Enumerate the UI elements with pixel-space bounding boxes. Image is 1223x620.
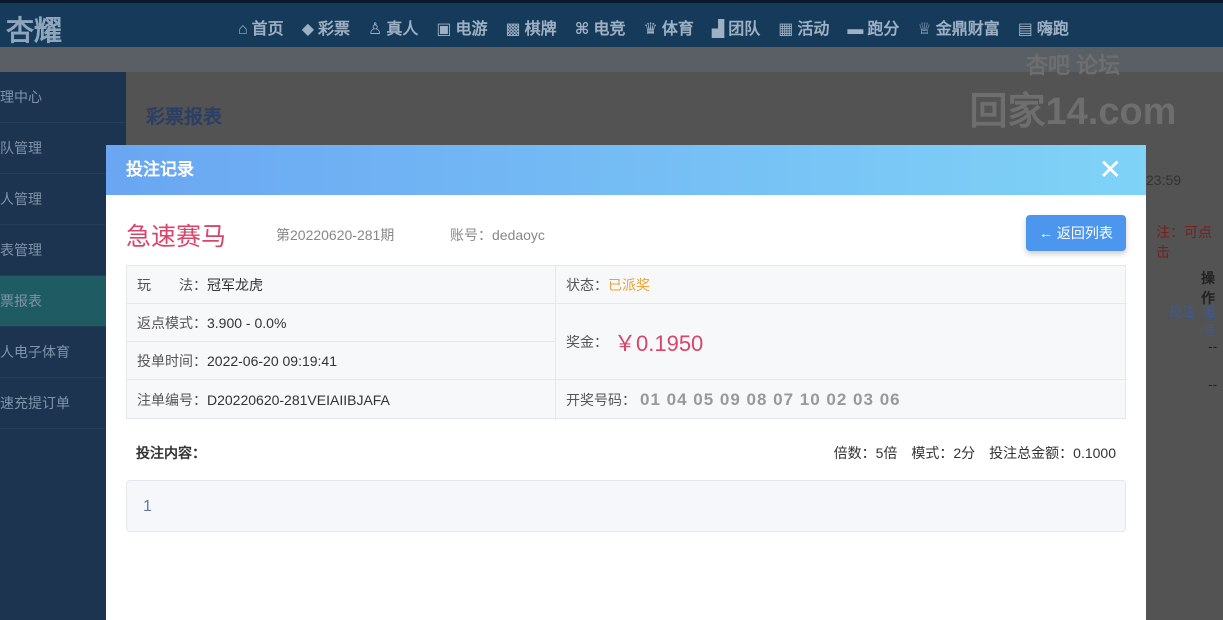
gift-icon: ▦ — [778, 21, 794, 38]
bet-content-box: 1 — [126, 480, 1126, 532]
nav-item[interactable]: ♕ 金鼎财富 — [917, 15, 999, 39]
back-to-list-button[interactable]: ← 返回列表 — [1026, 215, 1126, 251]
nav-item[interactable]: ▬ 跑分 — [847, 15, 899, 39]
nav-item[interactable]: ♙ 真人 — [368, 15, 418, 39]
live-icon: ♙ — [368, 21, 383, 38]
page-title: 彩票报表 — [146, 107, 223, 128]
rebate-row: 返点模式： 3.900 - 0.0% — [127, 304, 555, 342]
dash: -- — [1208, 376, 1218, 392]
trophy-icon: ♛ — [643, 21, 658, 38]
home-icon: ⌂ — [238, 21, 248, 38]
hi-icon: ▤ — [1017, 21, 1033, 38]
status-badge: 已派奖 — [608, 276, 650, 293]
nav-item[interactable]: ♛ 体育 — [644, 15, 694, 39]
order-row: 注单编号： D20220620-281VEIAIIBJAFA — [137, 392, 390, 408]
time-row: 投单时间： 2022-06-20 09:19:41 — [127, 342, 555, 380]
sidebar-item[interactable]: 理中心 — [0, 72, 126, 123]
prize-row: 奖金： ￥0.1950 — [556, 304, 1127, 380]
date-fragment[interactable]: 23:59 — [1146, 172, 1181, 188]
dash: -- — [1208, 338, 1218, 354]
lottery-icon: ◆ — [301, 21, 314, 38]
bet-content-label: 投注内容： — [136, 445, 206, 461]
logo: 杏耀 — [6, 15, 63, 46]
team-icon: ▟ — [711, 21, 725, 38]
bet-details: 玩 法： 冠军龙虎 状态： 已派奖 返点模式： 3.900 - 0.0% 投单时间： 2… — [126, 265, 1127, 420]
bet-meta: 倍数：5倍 模式：2分 投注总金额：0.1000 — [833, 445, 1116, 461]
gamepad-icon: ⌘ — [574, 21, 590, 38]
play-row: 玩 法： 冠军龙虎 — [127, 266, 555, 304]
note-text: 注：可点击 — [1156, 224, 1212, 260]
nav-item[interactable]: ▤ 嗨跑 — [1018, 15, 1069, 39]
nav-item[interactable]: ▩ 棋牌 — [506, 15, 557, 39]
top-nav-bar: 杏耀 ⌂ 首页 ◆ 彩票 ♙ 真人 ▣ 电游 ▩ 棋牌 ⌘ 电竞 ♛ 体育 ▟ 团队 ▦ 活动 ▬ 跑分 ♕ 金鼎财富 ▤ 嗨… — [0, 0, 1223, 47]
account: 账号：dedaoyc — [450, 227, 545, 243]
nav-item[interactable]: ▦ 活动 — [778, 15, 829, 39]
close-icon[interactable]: ✕ — [1099, 145, 1122, 195]
nav-item[interactable]: ▟ 团队 — [712, 15, 760, 39]
bet-record-modal: 投注记录 ✕ 急速赛马 第20220620-281期 账号：dedaoyc ← … — [106, 145, 1146, 620]
status-row: 状态： 已派奖 — [556, 266, 1127, 304]
nav-item[interactable]: ⌘ 电竞 — [575, 15, 626, 39]
issue-number: 第20220620-281期 — [276, 227, 395, 243]
nav-item[interactable]: ▣ 电游 — [436, 15, 487, 39]
cards-icon: ▩ — [505, 21, 521, 38]
game-name: 急速赛马 — [126, 223, 227, 251]
draw-row: 开奖号码： 01 04 05 09 08 07 10 02 03 06 — [566, 390, 901, 409]
bet-link[interactable]: 投注 — [1169, 301, 1195, 320]
nav-item[interactable]: ◆ 彩票 — [302, 15, 350, 39]
trace-link[interactable]: 追号 — [1203, 301, 1223, 339]
car-icon: ▬ — [847, 21, 864, 38]
modal-title: 投注记录 — [126, 160, 194, 179]
main-nav: ⌂ 首页 ◆ 彩票 ♙ 真人 ▣ 电游 ▩ 棋牌 ⌘ 电竞 ♛ 体育 ▟ 团队 ▦ 活动 ▬ 跑分 ♕ 金鼎财富 ▤ 嗨跑 — [238, 15, 1069, 39]
slot-icon: ▣ — [436, 21, 452, 38]
coin-icon: ♕ — [917, 21, 932, 38]
nav-item[interactable]: ⌂ 首页 — [238, 15, 284, 39]
watermark: 杏吧 论坛 回家14.com — [969, 53, 1177, 133]
modal-header: 投注记录 ✕ — [106, 145, 1146, 195]
